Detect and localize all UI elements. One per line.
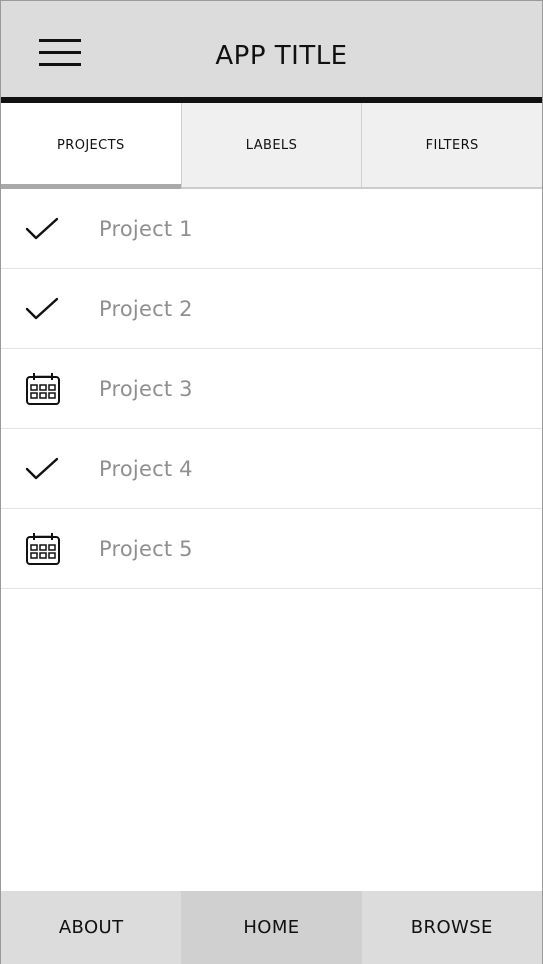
list-item-project-2[interactable]: Project 2	[1, 269, 542, 349]
tab-filters[interactable]: FILTERS	[361, 103, 542, 187]
tab-labels[interactable]: LABELS	[180, 103, 362, 187]
project-label: Project 1	[99, 216, 193, 241]
checkmark-svg	[25, 217, 59, 239]
checkmark-svg	[25, 297, 59, 319]
checkmark-icon	[1, 217, 75, 241]
nav-browse-button[interactable]: BROWSE	[362, 891, 542, 964]
tab-bar: PROJECTS LABELS FILTERS	[1, 103, 542, 189]
tab-projects[interactable]: PROJECTS	[1, 103, 181, 189]
project-label: Project 3	[99, 376, 193, 401]
calendar-svg	[26, 372, 60, 405]
list-item-project-3[interactable]: Project 3	[1, 349, 542, 429]
calendar-icon	[1, 372, 75, 406]
project-list: Project 1 Project 2 Project 3 Project 4 …	[1, 189, 542, 589]
bottom-nav: ABOUT HOME BROWSE	[1, 891, 542, 964]
list-item-project-4[interactable]: Project 4	[1, 429, 542, 509]
app-title: APP TITLE	[215, 41, 348, 71]
calendar-icon	[1, 532, 75, 566]
nav-home-button[interactable]: HOME	[181, 891, 362, 964]
checkmark-icon	[1, 297, 75, 321]
project-label: Project 4	[99, 456, 193, 481]
checkmark-icon	[1, 457, 75, 481]
list-item-project-5[interactable]: Project 5	[1, 509, 542, 589]
checkmark-svg	[25, 457, 59, 479]
project-label: Project 2	[99, 296, 193, 321]
app-header: APP TITLE	[1, 1, 542, 103]
list-item-project-1[interactable]: Project 1	[1, 189, 542, 269]
project-label: Project 5	[99, 536, 193, 561]
nav-about-button[interactable]: ABOUT	[1, 891, 181, 964]
app-screen: APP TITLE PROJECTS LABELS FILTERS Projec…	[0, 0, 543, 964]
calendar-svg	[26, 532, 60, 565]
